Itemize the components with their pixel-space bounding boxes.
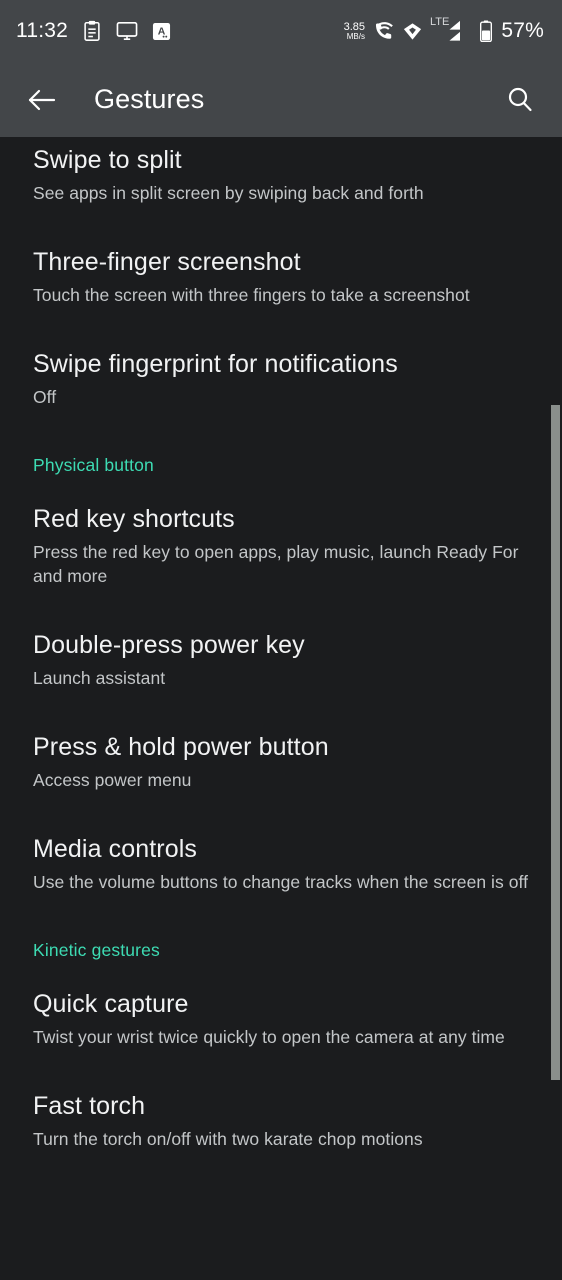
battery-icon: [479, 20, 493, 42]
list-item-title: Red key shortcuts: [33, 505, 235, 533]
section-header: Physical button: [33, 455, 154, 475]
list-item-title: Three-finger screenshot: [33, 248, 301, 276]
cast-display-icon: [116, 21, 138, 41]
section-header: Kinetic gestures: [33, 940, 160, 960]
battery-percentage: 57%: [501, 19, 544, 42]
list-item[interactable]: Double-press power key Launch assistant: [0, 608, 562, 710]
status-bar-left: 11:32 A: [16, 19, 171, 43]
list-item-subtitle: Use the volume buttons to change tracks …: [33, 872, 528, 892]
list-item[interactable]: Fast torch Turn the torch on/off with two…: [0, 1069, 562, 1171]
settings-list: Swipe to split See apps in split screen b…: [0, 137, 562, 1171]
list-item-title: Swipe fingerprint for notifications: [33, 350, 398, 378]
list-item[interactable]: Quick capture Twist your wrist twice quic…: [0, 967, 562, 1069]
list-item-subtitle: Off: [33, 387, 57, 407]
list-item-subtitle: See apps in split screen by swiping back…: [33, 183, 424, 203]
list-item[interactable]: Three-finger screenshot Touch the screen …: [0, 225, 562, 327]
page-title: Gestures: [94, 84, 205, 114]
list-item-subtitle: Access power menu: [33, 770, 192, 790]
list-item-title: Swipe to split: [33, 146, 182, 174]
list-item-subtitle: Press the red key to open apps, play mus…: [33, 542, 519, 586]
list-item-title: Double-press power key: [33, 631, 305, 659]
network-speed-unit: MB/s: [346, 31, 365, 41]
list-item-title: Press & hold power button: [33, 733, 329, 761]
list-item-subtitle: Turn the torch on/off with two karate ch…: [33, 1129, 423, 1149]
network-speed-indicator: 3.85 MB/s: [343, 20, 365, 41]
list-item-subtitle: Touch the screen with three fingers to t…: [33, 285, 470, 305]
status-bar-right: 3.85 MB/s LTE 57%: [343, 16, 544, 43]
vowifi-diamond-icon: [402, 21, 423, 42]
arrow-back-icon[interactable]: [22, 80, 62, 120]
app-badge-a-icon: A: [152, 22, 171, 41]
status-bar-clock: 11:32: [16, 19, 68, 42]
list-item-title: Media controls: [33, 835, 197, 863]
signal-bars-icon: [449, 20, 461, 41]
clipboard-icon: [82, 20, 102, 42]
list-item[interactable]: Press & hold power button Access power me…: [0, 710, 562, 812]
list-item[interactable]: Red key shortcuts Press the red key to op…: [0, 482, 562, 608]
list-item-title: Fast torch: [33, 1092, 146, 1120]
svg-text:A: A: [158, 26, 166, 37]
app-bar: Gestures: [0, 62, 562, 137]
list-item-title: Quick capture: [33, 990, 189, 1018]
list-item-subtitle: Launch assistant: [33, 668, 166, 688]
list-item[interactable]: Media controls Use the volume buttons to …: [0, 812, 562, 914]
network-speed-value: 3.85: [343, 20, 365, 33]
vertical-scrollbar[interactable]: [551, 405, 560, 1080]
status-bar: 11:32 A 3.85 MB/s LTE 57%: [0, 0, 562, 62]
list-item-subtitle: Twist your wrist twice quickly to open t…: [33, 1027, 505, 1047]
list-item[interactable]: Swipe fingerprint for notifications Off: [0, 327, 562, 429]
network-type-label: LTE: [430, 16, 450, 28]
phone-wifi-calling-icon: [373, 21, 395, 42]
search-icon[interactable]: [500, 80, 540, 120]
list-item[interactable]: Swipe to split See apps in split screen b…: [0, 137, 562, 225]
signal-indicator: LTE: [430, 16, 472, 42]
